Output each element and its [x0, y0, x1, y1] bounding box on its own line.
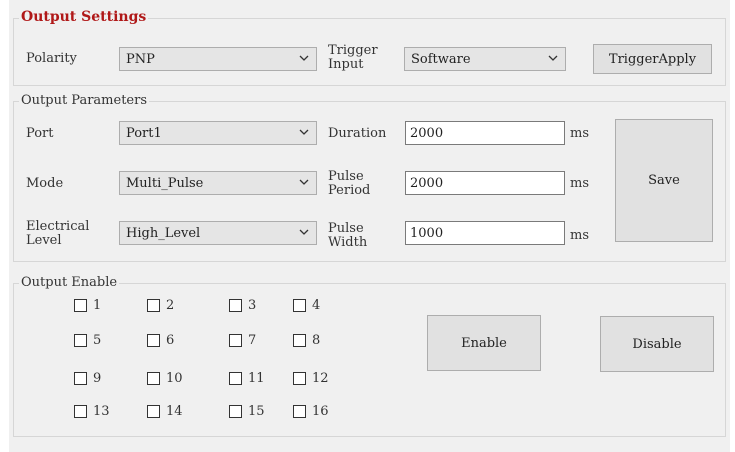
- pulse-width-input[interactable]: [406, 222, 564, 244]
- duration-unit: ms: [570, 126, 589, 141]
- channel-1-checkbox[interactable]: 1: [74, 297, 101, 313]
- channel-11-checkbox[interactable]: 11: [229, 370, 265, 386]
- chevron-down-icon: [548, 55, 558, 61]
- channel-label: 15: [248, 403, 265, 419]
- channel-label: 4: [312, 297, 321, 313]
- channel-14-checkbox[interactable]: 14: [147, 403, 183, 419]
- checkbox-icon: [74, 333, 87, 347]
- channel-label: 10: [166, 370, 183, 386]
- checkbox-icon: [147, 371, 160, 385]
- disable-button[interactable]: Disable: [600, 316, 714, 372]
- channel-7-checkbox[interactable]: 7: [229, 332, 256, 348]
- channel-label: 3: [248, 297, 257, 313]
- checkbox-icon: [147, 404, 160, 418]
- chevron-down-icon: [299, 55, 309, 61]
- checkbox-icon: [293, 404, 306, 418]
- pulse-width-unit: ms: [570, 228, 589, 243]
- duration-field[interactable]: [405, 121, 565, 145]
- polarity-value: PNP: [126, 52, 155, 67]
- pulse-period-label: Pulse Period: [328, 169, 371, 198]
- channel-16-checkbox[interactable]: 16: [293, 403, 329, 419]
- checkbox-icon: [147, 333, 160, 347]
- trigger-input-value: Software: [411, 52, 471, 67]
- port-value: Port1: [126, 126, 162, 141]
- duration-input[interactable]: [406, 122, 564, 144]
- output-panel: Output Settings Polarity PNP Trigger Inp…: [9, 0, 730, 452]
- chevron-down-icon: [299, 179, 309, 185]
- chevron-down-icon: [299, 229, 309, 235]
- channel-label: 11: [248, 370, 265, 386]
- channel-10-checkbox[interactable]: 10: [147, 370, 183, 386]
- output-parameters-title: Output Parameters: [19, 93, 150, 109]
- channel-8-checkbox[interactable]: 8: [293, 332, 320, 348]
- checkbox-icon: [293, 298, 306, 312]
- polarity-label: Polarity: [26, 51, 77, 66]
- channel-label: 12: [312, 370, 329, 386]
- polarity-dropdown[interactable]: PNP: [119, 47, 317, 71]
- channel-12-checkbox[interactable]: 12: [293, 370, 329, 386]
- electrical-level-label: Electrical Level: [26, 219, 90, 248]
- channel-6-checkbox[interactable]: 6: [147, 332, 174, 348]
- output-settings-title: Output Settings: [19, 9, 149, 25]
- pulse-period-unit: ms: [570, 176, 589, 191]
- channel-label: 16: [312, 403, 329, 419]
- channel-2-checkbox[interactable]: 2: [147, 297, 174, 313]
- checkbox-icon: [293, 371, 306, 385]
- checkbox-icon: [147, 298, 160, 312]
- mode-value: Multi_Pulse: [126, 176, 204, 191]
- channel-label: 1: [93, 297, 102, 313]
- channel-label: 2: [166, 297, 175, 313]
- output-enable-title: Output Enable: [19, 275, 120, 291]
- pulse-width-field[interactable]: [405, 221, 565, 245]
- port-label: Port: [26, 126, 54, 141]
- electrical-level-dropdown[interactable]: High_Level: [119, 221, 317, 245]
- channel-label: 9: [93, 370, 102, 386]
- mode-label: Mode: [26, 176, 64, 191]
- checkbox-icon: [74, 298, 87, 312]
- save-button[interactable]: Save: [615, 119, 713, 242]
- channel-5-checkbox[interactable]: 5: [74, 332, 101, 348]
- checkbox-icon: [293, 333, 306, 347]
- channel-label: 14: [166, 403, 183, 419]
- channel-3-checkbox[interactable]: 3: [229, 297, 256, 313]
- channel-label: 7: [248, 332, 257, 348]
- checkbox-icon: [229, 404, 242, 418]
- channel-13-checkbox[interactable]: 13: [74, 403, 110, 419]
- checkbox-icon: [229, 298, 242, 312]
- duration-label: Duration: [328, 126, 387, 141]
- pulse-period-input[interactable]: [406, 172, 564, 194]
- port-dropdown[interactable]: Port1: [119, 121, 317, 145]
- channel-label: 5: [93, 332, 102, 348]
- channel-9-checkbox[interactable]: 9: [74, 370, 101, 386]
- checkbox-icon: [74, 371, 87, 385]
- pulse-width-label: Pulse Width: [328, 221, 368, 250]
- checkbox-icon: [229, 371, 242, 385]
- pulse-period-field[interactable]: [405, 171, 565, 195]
- trigger-input-label: Trigger Input: [328, 43, 378, 72]
- trigger-input-dropdown[interactable]: Software: [404, 47, 566, 71]
- channel-15-checkbox[interactable]: 15: [229, 403, 265, 419]
- checkbox-icon: [229, 333, 242, 347]
- electrical-level-value: High_Level: [126, 226, 201, 241]
- channel-label: 8: [312, 332, 321, 348]
- checkbox-icon: [74, 404, 87, 418]
- enable-button[interactable]: Enable: [427, 315, 541, 371]
- mode-dropdown[interactable]: Multi_Pulse: [119, 171, 317, 195]
- channel-label: 13: [93, 403, 110, 419]
- trigger-apply-button[interactable]: TriggerApply: [593, 44, 712, 74]
- channel-label: 6: [166, 332, 175, 348]
- channel-4-checkbox[interactable]: 4: [293, 297, 320, 313]
- chevron-down-icon: [299, 129, 309, 135]
